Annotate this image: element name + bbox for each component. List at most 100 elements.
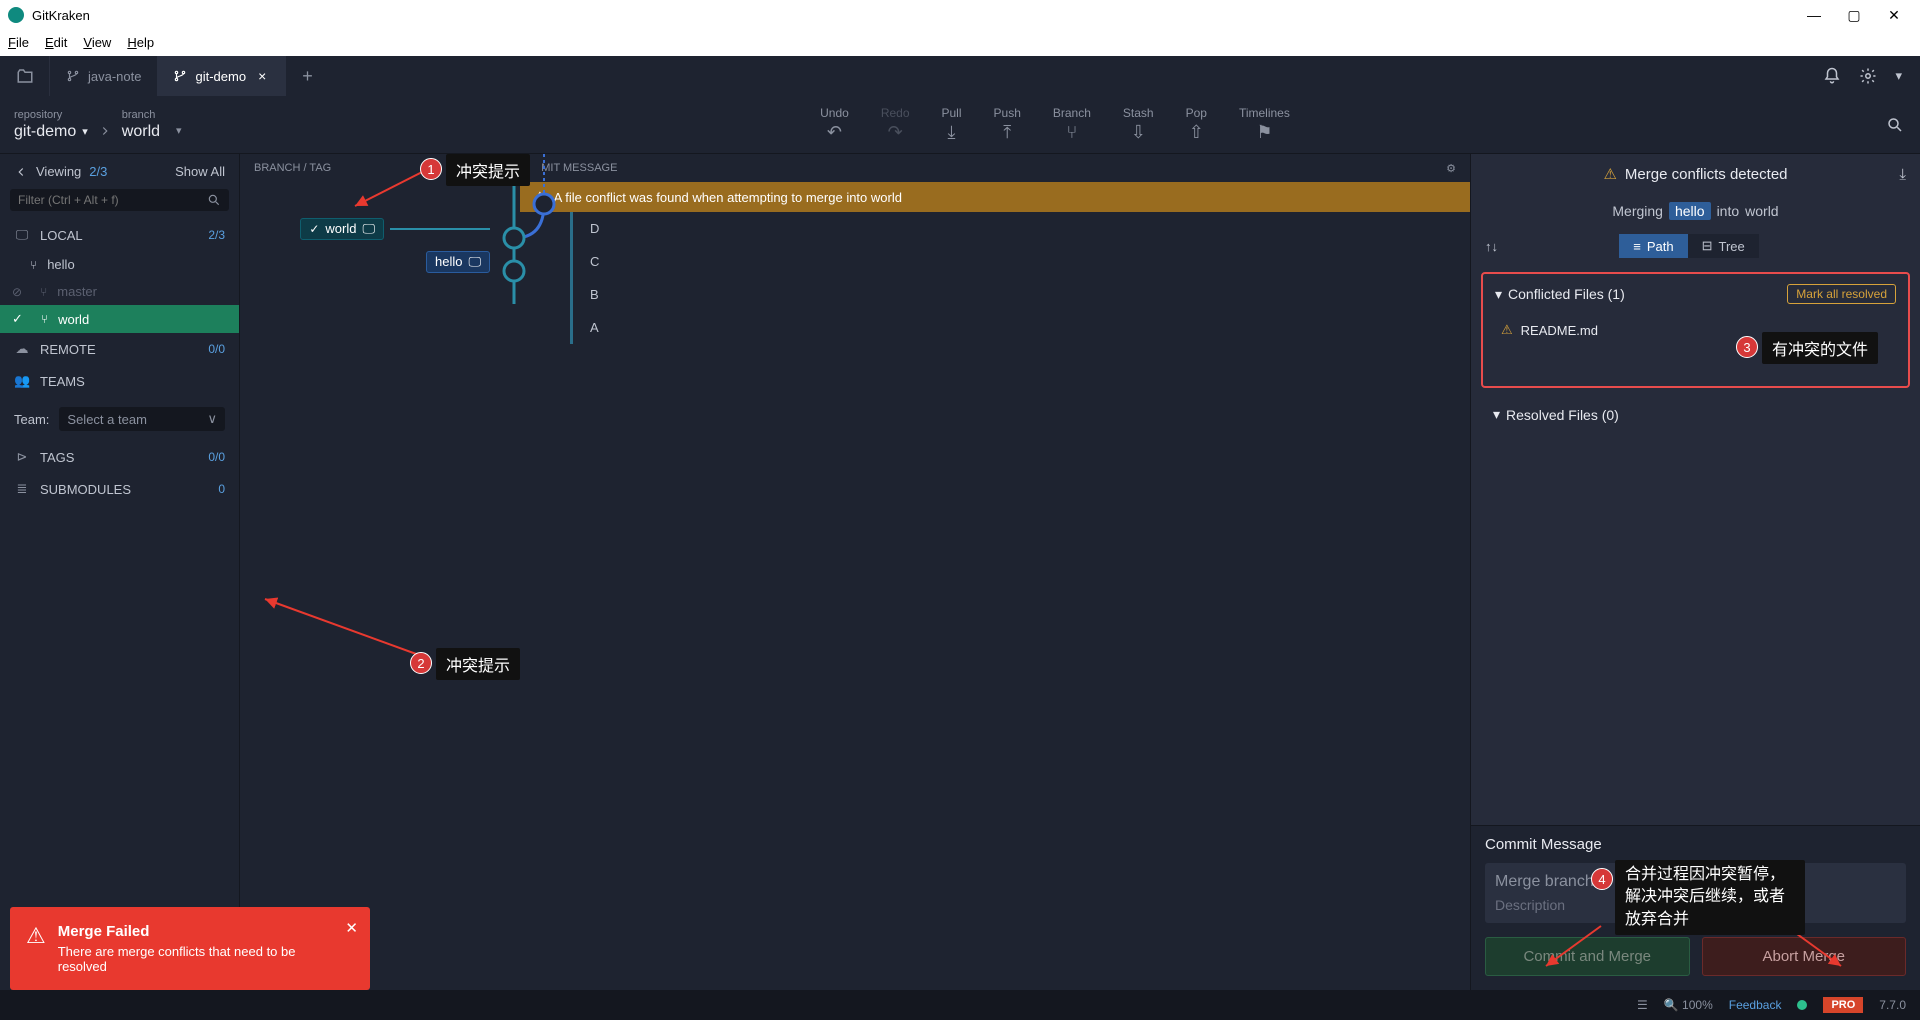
view-tree-button[interactable]: ⊟Tree: [1688, 234, 1759, 258]
bell-icon[interactable]: [1823, 67, 1841, 85]
annotation-3-label: 有冲突的文件: [1762, 332, 1878, 364]
branch-world[interactable]: ✓⑂world: [0, 305, 239, 333]
search-icon: [1886, 116, 1904, 134]
pop-button[interactable]: Pop⇧: [1186, 106, 1207, 143]
mark-all-resolved-button[interactable]: Mark all resolved: [1787, 284, 1896, 304]
gear-icon[interactable]: ⚙: [1446, 162, 1456, 175]
tab-java-note[interactable]: java-note: [50, 56, 157, 96]
commit-row[interactable]: B: [240, 278, 1470, 311]
menu-edit[interactable]: Edit: [45, 30, 67, 56]
statusbar: ☰ 🔍 100% Feedback PRO 7.7.0: [0, 990, 1920, 1020]
branch-selector[interactable]: world: [122, 123, 160, 141]
teams-section[interactable]: 👥TEAMS: [0, 365, 239, 397]
check-icon: ✓: [12, 311, 23, 327]
branch-hello[interactable]: ⑂hello: [0, 251, 239, 278]
warning-icon: ⚠: [1603, 165, 1616, 183]
toolbar: repository git-demo ▾ branch world ▾ Und…: [0, 96, 1920, 154]
timelines-button[interactable]: Timelines⚑: [1239, 106, 1290, 143]
resolved-files-section: ▾Resolved Files (0): [1471, 396, 1920, 433]
annotation-4: 4: [1591, 868, 1613, 890]
tab-git-demo[interactable]: git-demo ×: [157, 56, 286, 96]
filter-input[interactable]: [18, 193, 207, 207]
tab-close-button[interactable]: ×: [254, 68, 270, 84]
redo-button[interactable]: Redo↷: [881, 106, 910, 143]
conflict-banner: ⚠ A file conflict was found when attempt…: [520, 182, 1470, 212]
laptop-icon: 🖵: [468, 254, 481, 270]
branch-icon: [66, 69, 80, 83]
chevron-down-icon: ▾: [1495, 286, 1502, 303]
error-toast: ⚠ Merge Failed There are merge conflicts…: [10, 907, 370, 990]
close-button[interactable]: ✕: [1884, 7, 1904, 24]
branch-filter[interactable]: [10, 189, 229, 211]
toast-body: There are merge conflicts that need to b…: [58, 944, 330, 974]
home-tab[interactable]: [0, 56, 50, 96]
chevron-down-icon[interactable]: ▾: [176, 124, 182, 137]
maximize-button[interactable]: ▢: [1844, 7, 1864, 24]
team-selector-row: Team: Select a team∨: [0, 397, 239, 441]
pull-button[interactable]: Pull⤓: [942, 106, 962, 143]
annotation-1-label: 冲突提示: [446, 154, 530, 186]
branch-badge-hello[interactable]: hello🖵: [426, 251, 490, 273]
toast-close-button[interactable]: ✕: [345, 919, 358, 937]
menu-help[interactable]: Help: [127, 30, 154, 56]
viewing-row: Viewing 2/3 Show All: [0, 154, 239, 189]
conflicted-header[interactable]: ▾Conflicted Files (1): [1495, 286, 1625, 303]
repository-selector[interactable]: git-demo ▾: [14, 123, 88, 141]
remote-section[interactable]: ☁REMOTE 0/0: [0, 333, 239, 365]
search-button[interactable]: [1870, 96, 1920, 153]
menubar: File Edit View Help: [0, 30, 1920, 56]
commit-row[interactable]: ✓world🖵 D: [240, 212, 1470, 245]
submodules-section[interactable]: ≣SUBMODULES 0: [0, 473, 239, 505]
push-button[interactable]: Push⤒: [994, 106, 1021, 143]
menu-file[interactable]: File: [8, 30, 29, 56]
search-icon: [207, 193, 221, 207]
list-icon[interactable]: ☰: [1637, 998, 1648, 1012]
commit-row[interactable]: A: [240, 311, 1470, 344]
minimize-button[interactable]: —: [1804, 7, 1824, 24]
menu-view[interactable]: View: [83, 30, 111, 56]
main-content: Viewing 2/3 Show All 🖵LOCAL 2/3 ⑂hello ⊘…: [0, 154, 1920, 990]
version-label: 7.7.0: [1879, 998, 1906, 1012]
chevron-down-icon[interactable]: ▾: [1895, 68, 1902, 84]
conflicted-files-box: ▾Conflicted Files (1) Mark all resolved …: [1481, 272, 1910, 388]
commit-row[interactable]: hello🖵 C: [240, 245, 1470, 278]
stash-button[interactable]: Stash⇩: [1123, 106, 1154, 143]
commit-graph: BRANCH / TAG MIT MESSAGE ⚙ ⚠ A file conf…: [240, 154, 1470, 990]
new-tab-button[interactable]: +: [286, 66, 329, 87]
team-select[interactable]: Select a team∨: [59, 407, 225, 431]
laptop-icon: 🖵: [362, 221, 375, 237]
feedback-link[interactable]: Feedback: [1729, 998, 1782, 1012]
view-path-button[interactable]: ≡Path: [1619, 234, 1687, 258]
tag-icon: ⊳: [14, 449, 30, 465]
gear-icon[interactable]: [1859, 67, 1877, 85]
local-section[interactable]: 🖵LOCAL 2/3: [0, 219, 239, 251]
viewing-label: Viewing: [36, 164, 81, 179]
annotation-2-label: 冲突提示: [436, 648, 520, 680]
list-icon: ≡: [1633, 239, 1641, 254]
check-icon: ✓: [309, 222, 319, 236]
sort-icon[interactable]: ↑↓: [1471, 239, 1498, 254]
branch-badge-world[interactable]: ✓world🖵: [300, 218, 384, 240]
cloud-icon: ☁: [14, 341, 30, 357]
branch-button[interactable]: Branch⑂: [1053, 106, 1091, 143]
tags-section[interactable]: ⊳TAGS 0/0: [0, 441, 239, 473]
download-icon[interactable]: ⤓: [1899, 166, 1906, 183]
resolved-header[interactable]: ▾Resolved Files (0): [1493, 406, 1898, 423]
tab-label: java-note: [88, 69, 141, 84]
layers-icon: ≣: [14, 481, 30, 497]
users-icon: 👥: [14, 373, 30, 389]
eye-off-icon: ⊘: [12, 285, 22, 299]
banner-text: A file conflict was found when attemptin…: [554, 190, 902, 205]
zoom-indicator[interactable]: 🔍 100%: [1664, 998, 1713, 1012]
merging-info: Merging hello into world: [1471, 194, 1920, 228]
chevron-left-icon[interactable]: [14, 165, 28, 179]
chevron-down-icon: ∨: [207, 411, 217, 427]
undo-button[interactable]: Undo↶: [820, 106, 849, 143]
branch-master[interactable]: ⊘⑂master: [0, 278, 239, 305]
app-icon: [8, 7, 24, 23]
status-indicator: [1797, 1000, 1807, 1010]
window-titlebar: GitKraken — ▢ ✕: [0, 0, 1920, 30]
view-switch: ↑↓ ≡Path ⊟Tree: [1471, 228, 1920, 264]
show-all-button[interactable]: Show All: [175, 164, 225, 179]
annotation-1: 1: [420, 158, 442, 180]
